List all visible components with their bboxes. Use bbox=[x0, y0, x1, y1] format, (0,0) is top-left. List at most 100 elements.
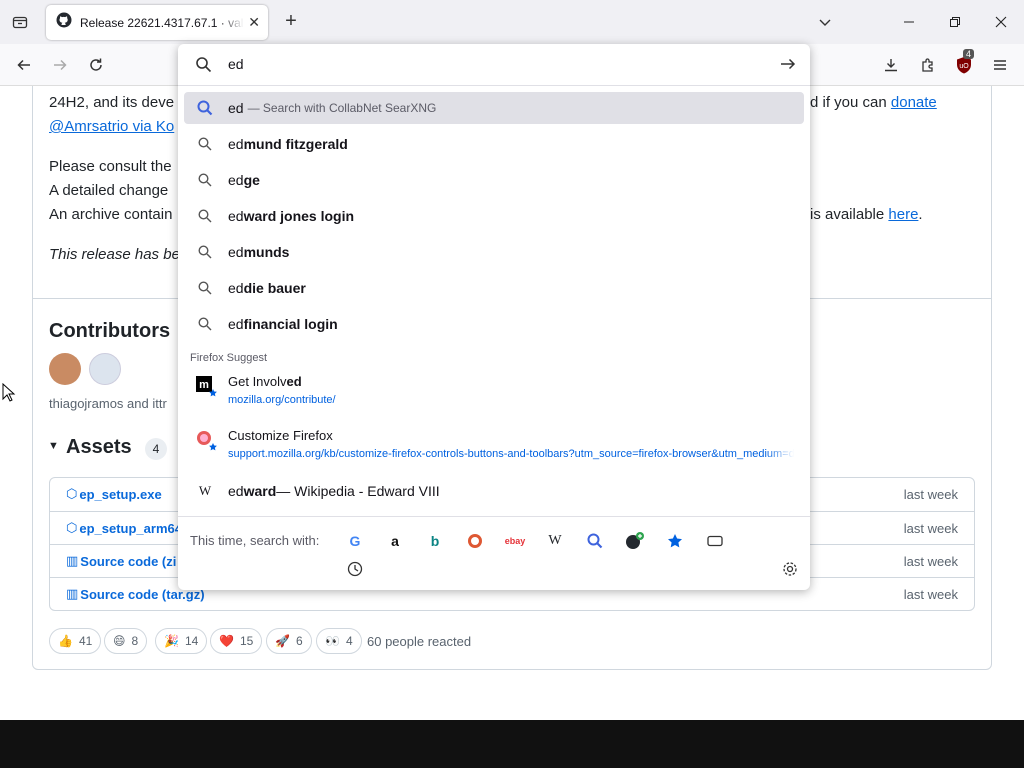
suggestion-prefix: ed bbox=[228, 316, 244, 332]
extensions-icon[interactable] bbox=[915, 53, 941, 77]
search-icon bbox=[194, 317, 216, 331]
github-add-engine-icon[interactable] bbox=[624, 531, 646, 551]
release-text-line-4: A detailed change bbox=[49, 182, 169, 199]
reaction-hooray[interactable]: 🎉 14 bbox=[155, 628, 208, 654]
firefox-bookmark-icon bbox=[196, 430, 218, 452]
reaction-count: 41 bbox=[78, 634, 93, 648]
reaction-thumbs-up[interactable]: 👍 41 bbox=[49, 628, 102, 654]
wikipedia-result[interactable]: W ed ward — Wikipedia - Edward VIII bbox=[184, 475, 804, 507]
ublock-badge: 4 bbox=[963, 49, 975, 59]
period: . bbox=[918, 206, 923, 223]
restore-button[interactable] bbox=[940, 10, 970, 34]
svg-text:m: m bbox=[199, 379, 209, 391]
suggestion-prefix: ed bbox=[228, 244, 244, 260]
search-engine-result[interactable]: ed — Search with CollabNet SearXNG bbox=[184, 92, 804, 124]
reload-icon[interactable] bbox=[83, 53, 109, 77]
asset-name: Source code (zi bbox=[80, 553, 177, 569]
bing-icon[interactable]: b bbox=[424, 531, 446, 551]
suggestion-completion: financial login bbox=[243, 316, 338, 332]
asset-name: ep_setup_arm64 bbox=[79, 520, 182, 536]
wiki-completion: ward bbox=[243, 483, 277, 499]
assets-heading[interactable]: Assets bbox=[66, 436, 132, 459]
asset-date: last week bbox=[903, 521, 958, 536]
donate-link[interactable]: donate bbox=[891, 94, 937, 111]
reaction-laugh[interactable]: 😄 8 bbox=[104, 628, 148, 654]
suggestion-row[interactable]: ed mund fitzgerald bbox=[184, 128, 804, 160]
contributors-heading: Contributors bbox=[49, 320, 171, 342]
result-query: ed bbox=[228, 100, 244, 116]
contributor-avatar[interactable] bbox=[49, 353, 81, 385]
package-icon: ⬡ bbox=[66, 520, 78, 535]
minimize-button[interactable] bbox=[894, 10, 924, 34]
close-tab-icon[interactable]: ✕ bbox=[248, 14, 260, 31]
reaction-count: 14 bbox=[184, 634, 199, 648]
here-link[interactable]: here bbox=[888, 206, 918, 223]
asset-link[interactable]: ⬡ ep_setup_arm64 bbox=[66, 520, 182, 536]
rocket-icon: 🚀 bbox=[275, 634, 290, 648]
release-text-line-5b: is available here. bbox=[810, 206, 923, 223]
eyes-icon: 👀 bbox=[325, 634, 340, 648]
bookmark-suggestion[interactable]: m Get Involved mozilla.org/contribute/ bbox=[184, 370, 804, 416]
reaction-rocket[interactable]: 🚀 6 bbox=[266, 628, 312, 654]
amrsatrio-link[interactable]: @Amrsatrio via Ko bbox=[49, 118, 174, 135]
duckduckgo-icon[interactable] bbox=[464, 531, 486, 551]
suggestion-prefix: ed bbox=[228, 208, 244, 224]
contributors-text: thiagojramos and ittr bbox=[49, 396, 167, 411]
suggestion-completion: munds bbox=[243, 244, 290, 260]
suggestion-url: mozilla.org/contribute/ bbox=[228, 394, 336, 406]
suggestion-row[interactable]: ed ge bbox=[184, 164, 804, 196]
wikipedia-icon: W bbox=[198, 483, 212, 498]
github-icon bbox=[56, 12, 72, 33]
release-text-line-3: Please consult the bbox=[49, 158, 172, 175]
suggestion-prefix: ed bbox=[228, 280, 244, 296]
tab-title: Release 22621.4317.67.1 · valinet/Explor… bbox=[80, 15, 244, 30]
new-tab-button[interactable]: + bbox=[280, 10, 302, 34]
contributor-avatar[interactable] bbox=[89, 353, 121, 385]
menu-icon[interactable] bbox=[987, 53, 1013, 77]
history-icon[interactable] bbox=[344, 559, 366, 579]
url-input[interactable] bbox=[228, 56, 728, 72]
wikipedia-engine-icon[interactable]: W bbox=[544, 531, 566, 551]
tabs-icon[interactable] bbox=[704, 531, 726, 551]
suggestion-row[interactable]: ed die bauer bbox=[184, 272, 804, 304]
chevron-down-icon[interactable] bbox=[810, 10, 840, 34]
suggestion-prefix: ed bbox=[228, 172, 244, 188]
searxng-icon[interactable] bbox=[584, 531, 606, 551]
ebay-icon[interactable]: ebay bbox=[504, 531, 526, 551]
reaction-count: 4 bbox=[345, 634, 353, 648]
triangle-down-icon[interactable]: ▼ bbox=[48, 440, 59, 452]
laugh-icon: 😄 bbox=[113, 634, 126, 648]
heart-icon: ❤️ bbox=[219, 634, 234, 648]
amazon-icon[interactable]: a bbox=[384, 531, 406, 551]
close-window-button[interactable] bbox=[986, 10, 1016, 34]
go-arrow-icon[interactable] bbox=[780, 56, 796, 77]
asset-link[interactable]: ▥ Source code (zi bbox=[66, 553, 176, 569]
wiki-prefix: ed bbox=[228, 483, 244, 499]
bookmark-suggestion[interactable]: Customize Firefox support.mozilla.org/kb… bbox=[184, 424, 804, 470]
suggestion-row[interactable]: ed ward jones login bbox=[184, 200, 804, 232]
suggestion-url: support.mozilla.org/kb/customize-firefox… bbox=[228, 448, 794, 460]
search-icon bbox=[194, 245, 216, 259]
settings-gear-icon[interactable] bbox=[779, 559, 801, 579]
suggestion-row[interactable]: ed munds bbox=[184, 236, 804, 268]
svg-text:uO: uO bbox=[959, 63, 969, 70]
asset-link[interactable]: ⬡ ep_setup.exe bbox=[66, 486, 162, 502]
asset-name: ep_setup.exe bbox=[79, 486, 162, 502]
downloads-icon[interactable] bbox=[878, 53, 904, 77]
tab-list-icon[interactable] bbox=[8, 10, 32, 34]
reaction-heart[interactable]: ❤️ 15 bbox=[210, 628, 263, 654]
ublock-origin-icon[interactable]: uO 4 bbox=[951, 49, 977, 77]
urlbar bbox=[178, 44, 810, 86]
forward-icon[interactable] bbox=[47, 53, 73, 77]
suggestion-completion: mund fitzgerald bbox=[243, 136, 348, 152]
reaction-eyes[interactable]: 👀 4 bbox=[316, 628, 362, 654]
google-icon[interactable]: G bbox=[344, 531, 366, 551]
tab-active[interactable]: Release 22621.4317.67.1 · valinet/Explor… bbox=[46, 5, 268, 40]
suggestion-prefix: ed bbox=[228, 136, 244, 152]
suggestion-row[interactable]: ed financial login bbox=[184, 308, 804, 340]
back-icon[interactable] bbox=[11, 53, 37, 77]
asset-date: last week bbox=[903, 587, 958, 602]
release-text-line-1b: d if you can donate bbox=[810, 94, 937, 111]
release-text-line-5: An archive contain bbox=[49, 206, 173, 223]
bookmarks-star-icon[interactable] bbox=[664, 531, 686, 551]
